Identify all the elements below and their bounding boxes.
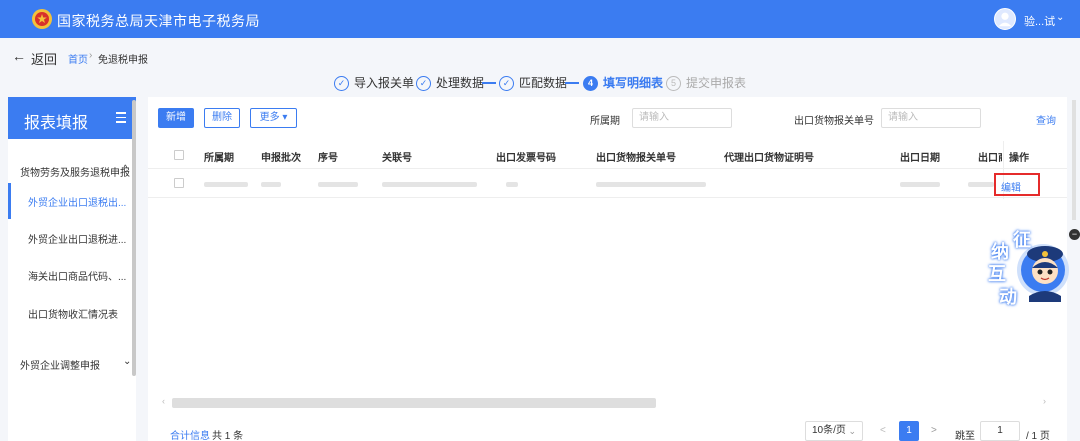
sidebar-active-indicator xyxy=(8,183,11,219)
back-button[interactable]: 返回 xyxy=(31,49,57,68)
back-arrow-icon[interactable]: ← xyxy=(12,48,26,64)
period-label: 所属期 xyxy=(590,116,620,127)
step-fill-details: 4 填写明细表 xyxy=(583,74,664,92)
site-title: 国家税务总局天津市电子税务局 xyxy=(57,13,260,29)
sidebar-group-adjustment[interactable]: 外贸企业调整申报 xyxy=(20,357,100,372)
page-size-select[interactable]: 10条/页 ⌄ xyxy=(805,421,863,441)
collapse-icon[interactable]: − xyxy=(1069,229,1080,240)
main-panel: 新增 删除 更多 ▾ 所属期 请输入 出口货物报关单号 请输入 查询 所属期 申… xyxy=(148,97,1067,441)
mascot-char[interactable]: 动 xyxy=(999,283,1017,309)
step-match: ✓ 匹配数据 xyxy=(499,74,568,92)
check-icon: ✓ xyxy=(499,76,514,92)
step-connector xyxy=(565,82,579,84)
breadcrumb-current: 免退税申报 xyxy=(98,55,148,66)
scroll-left-icon[interactable]: ‹ xyxy=(162,396,165,406)
customs-no-label: 出口货物报关单号 xyxy=(794,116,874,127)
sidebar-header: 报表填报 xyxy=(8,97,136,139)
edit-highlight-box xyxy=(994,173,1040,196)
column-header: 所属期 xyxy=(204,153,234,164)
step-submit: 5 提交申报表 xyxy=(666,74,747,92)
chevron-down-icon: ⌄ xyxy=(848,426,856,436)
page-total: / 1 页 xyxy=(1026,431,1050,441)
sidebar-group-goods-services[interactable]: 货物劳务及服务退税申报 xyxy=(20,164,130,179)
delete-button[interactable]: 删除 xyxy=(204,108,240,128)
sidebar-scrollbar[interactable] xyxy=(132,100,136,376)
step-import: ✓ 导入报关单 xyxy=(334,74,415,92)
select-all-checkbox[interactable] xyxy=(174,150,184,160)
prev-page-button[interactable]: < xyxy=(880,425,886,436)
breadcrumb-home[interactable]: 首页 xyxy=(68,51,88,66)
add-button[interactable]: 新增 xyxy=(158,108,194,128)
check-icon: ✓ xyxy=(416,76,431,92)
redacted-cell xyxy=(968,182,994,187)
redacted-cell xyxy=(204,182,248,187)
redacted-cell xyxy=(261,182,281,187)
more-button[interactable]: 更多 ▾ xyxy=(250,108,297,128)
column-header: 出口日期 xyxy=(900,153,940,164)
column-header: 申报批次 xyxy=(261,153,301,164)
period-input[interactable]: 请输入 xyxy=(632,108,732,128)
user-avatar-icon[interactable] xyxy=(994,8,1016,30)
tax-emblem-icon xyxy=(32,9,52,29)
step-connector: - xyxy=(406,78,410,92)
jump-to-input[interactable]: 1 xyxy=(980,421,1020,441)
breadcrumb-separator: › xyxy=(89,50,93,61)
sidebar-item-customs-code[interactable]: 海关出口商品代码、... xyxy=(28,268,126,283)
sidebar-item-export-refund-out[interactable]: 外贸企业出口退税出... xyxy=(28,194,126,209)
redacted-cell xyxy=(382,182,477,187)
column-header: 出口商 xyxy=(978,153,1002,164)
redacted-cell xyxy=(596,182,706,187)
step-label: 匹配数据 xyxy=(519,76,568,90)
step-connector xyxy=(482,82,496,84)
redacted-cell xyxy=(318,182,358,187)
menu-icon[interactable] xyxy=(116,112,126,123)
column-header: 序号 xyxy=(318,153,338,164)
total-count: 共 1 条 xyxy=(212,431,244,441)
step-label: 导入报关单 xyxy=(354,76,415,90)
step-process: ✓ 处理数据 xyxy=(416,74,485,92)
table-header: 所属期 申报批次 序号 关联号 出口发票号码 出口货物报关单号 代理出口货物证明… xyxy=(148,141,1067,169)
column-header: 出口货物报关单号 xyxy=(596,153,676,164)
chevron-down-icon[interactable]: ⌄ xyxy=(1056,12,1064,23)
page-size-value: 10条/页 xyxy=(812,425,846,436)
customs-no-input[interactable]: 请输入 xyxy=(881,108,981,128)
total-info-link[interactable]: 合计信息 xyxy=(170,427,210,441)
column-header: 出口发票号码 xyxy=(496,153,556,164)
step-label: 填写明细表 xyxy=(603,76,664,90)
jump-to-label: 跳至 xyxy=(955,431,975,441)
page-scrollbar[interactable] xyxy=(1072,100,1076,220)
chevron-down-icon[interactable]: ⌄ xyxy=(123,356,131,367)
step-connector: - xyxy=(656,78,660,92)
user-name[interactable]: 验...试 xyxy=(1024,13,1055,29)
sidebar: 报表填报 货物劳务及服务退税申报 ^ 外贸企业出口退税出... 外贸企业出口退税… xyxy=(8,97,136,441)
top-bar: 国家税务总局天津市电子税务局 验...试 ⌄ xyxy=(0,0,1080,38)
row-checkbox[interactable] xyxy=(174,178,184,188)
redacted-cell xyxy=(900,182,940,187)
scroll-right-icon[interactable]: › xyxy=(1043,396,1046,406)
column-header: 代理出口货物证明号 xyxy=(724,153,814,164)
column-header: 操作 xyxy=(1009,153,1029,164)
column-header: 关联号 xyxy=(382,153,412,164)
query-button[interactable]: 查询 xyxy=(1036,112,1056,127)
redacted-cell xyxy=(506,182,518,187)
sidebar-title: 报表填报 xyxy=(24,115,89,132)
horizontal-scrollbar[interactable] xyxy=(172,398,656,408)
page-number-current[interactable]: 1 xyxy=(899,421,919,441)
check-icon: ✓ xyxy=(334,76,349,92)
table-row: 编辑 xyxy=(148,170,1067,198)
mascot-char[interactable]: 征 xyxy=(1013,226,1031,252)
progress-steps: ✓ 导入报关单 - ✓ 处理数据 ✓ 匹配数据 4 填写明细表 - 5 提交申报表 xyxy=(0,72,1080,92)
step-label: 处理数据 xyxy=(436,76,485,90)
next-page-button[interactable]: > xyxy=(931,425,937,436)
sidebar-item-forex-receipt[interactable]: 出口货物收汇情况表 xyxy=(28,306,118,321)
step-label: 提交申报表 xyxy=(686,76,747,90)
sidebar-item-export-refund-in[interactable]: 外贸企业出口退税进... xyxy=(28,231,126,246)
chevron-up-icon[interactable]: ^ xyxy=(123,164,128,175)
